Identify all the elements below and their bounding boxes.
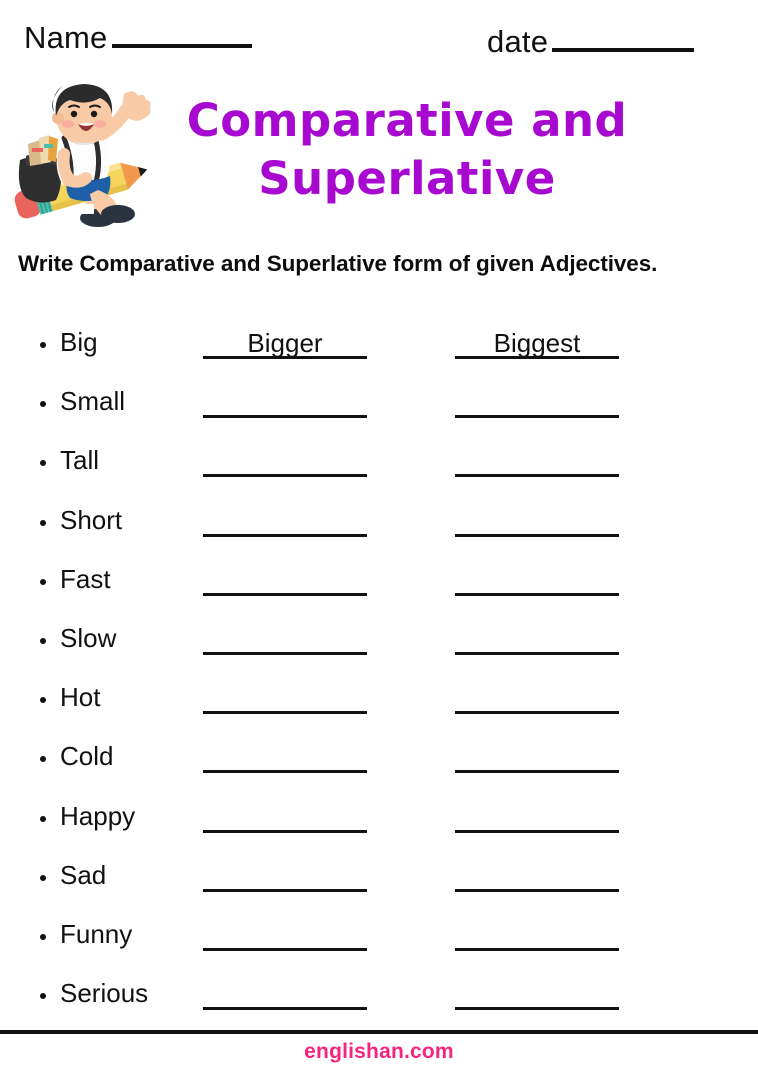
- bullet-icon: [40, 993, 46, 1000]
- page-title-line-2: Superlative: [258, 151, 556, 205]
- name-write-line[interactable]: [111, 44, 252, 48]
- adjective-row: Tall: [0, 446, 758, 505]
- bullet-icon: [40, 874, 46, 881]
- comparative-answer-blank[interactable]: [203, 624, 367, 655]
- adjective-row: Hot: [0, 682, 758, 742]
- date-label: date: [487, 24, 549, 59]
- bullet-icon: [40, 815, 46, 822]
- adjective-label: Tall: [60, 445, 100, 476]
- date-field[interactable]: date: [487, 24, 695, 59]
- bullet-icon: [40, 460, 46, 467]
- adjective-row: Short: [0, 504, 758, 565]
- adjective-row: Cold: [0, 742, 758, 801]
- superlative-answer-blank[interactable]: [455, 387, 619, 419]
- adjective-row: Slow: [0, 622, 758, 683]
- worksheet-page: Name date Comparative and Superlative Wr…: [0, 0, 758, 1072]
- bullet-icon: [40, 519, 46, 526]
- adjective-row: Fast: [0, 563, 758, 624]
- bullet-icon: [40, 342, 46, 348]
- comparative-answer-blank[interactable]: [203, 683, 367, 715]
- footer-brand: englishan.com: [304, 1040, 454, 1063]
- comparative-answer-blank[interactable]: [203, 920, 367, 951]
- comparative-answer-blank[interactable]: [203, 506, 367, 537]
- adjective-label: Hot: [60, 682, 101, 713]
- comparative-answer-blank[interactable]: [203, 446, 367, 478]
- bullet-icon: [40, 401, 46, 408]
- comparative-answer-blank[interactable]: [203, 387, 367, 419]
- superlative-answer-blank[interactable]: [455, 920, 619, 951]
- adjective-label: Serious: [60, 978, 149, 1009]
- adjective-row: Sad: [0, 859, 758, 920]
- comparative-answer-blank[interactable]: [203, 802, 367, 833]
- bullet-icon: [40, 637, 46, 644]
- comparative-answer-blank[interactable]: [203, 979, 367, 1011]
- date-write-line[interactable]: [552, 48, 695, 52]
- superlative-answer-blank[interactable]: [455, 446, 619, 478]
- adjective-row: Happy: [0, 800, 758, 861]
- comparative-answer-blank[interactable]: [203, 861, 367, 892]
- name-label: Name: [24, 20, 108, 55]
- adjective-label: Happy: [60, 800, 136, 831]
- footer-divider: [0, 1030, 758, 1034]
- comparative-answer-blank[interactable]: [203, 565, 367, 596]
- adjective-label: Cold: [60, 741, 114, 772]
- superlative-answer-blank[interactable]: [455, 802, 619, 833]
- superlative-answer-text: Biggest: [493, 328, 581, 358]
- adjective-label: Funny: [60, 918, 133, 949]
- adjective-label: Fast: [60, 563, 111, 594]
- superlative-answer-blank[interactable]: Biggest: [455, 328, 619, 359]
- adjective-label: Slow: [60, 622, 117, 653]
- superlative-answer-blank[interactable]: [455, 861, 619, 892]
- superlative-answer-blank[interactable]: [455, 565, 619, 596]
- comparative-answer-blank[interactable]: Bigger: [203, 328, 367, 359]
- adjective-label: Small: [60, 386, 126, 417]
- bullet-icon: [40, 756, 46, 763]
- comparative-answer-text: Bigger: [247, 328, 323, 358]
- adjective-row: Small: [0, 387, 758, 446]
- superlative-answer-blank[interactable]: [455, 979, 619, 1011]
- adjective-row: Funny: [0, 918, 758, 979]
- superlative-answer-blank[interactable]: [455, 624, 619, 655]
- adjective-list: Big Bigger Biggest Small Tall Short Fast Slow Ho…: [0, 327, 758, 1038]
- superlative-answer-blank[interactable]: [455, 683, 619, 715]
- page-title-line-1: Comparative and: [186, 94, 628, 147]
- bullet-icon: [40, 697, 46, 704]
- bullet-icon: [40, 933, 46, 940]
- adjective-label: Sad: [60, 859, 107, 890]
- page-title: Comparative and Superlative: [168, 92, 646, 207]
- superlative-answer-blank[interactable]: [455, 742, 619, 774]
- adjective-label: Short: [60, 504, 123, 535]
- superlative-answer-blank[interactable]: [455, 506, 619, 537]
- name-field[interactable]: Name: [24, 22, 252, 53]
- schoolboy-riding-pencil-illustration: [6, 72, 174, 232]
- adjective-label: Big: [60, 327, 98, 357]
- comparative-answer-blank[interactable]: [203, 742, 367, 774]
- adjective-row: Big Bigger Biggest: [0, 327, 758, 387]
- instruction-text: Write Comparative and Superlative form o…: [18, 251, 658, 276]
- bullet-icon: [40, 578, 46, 585]
